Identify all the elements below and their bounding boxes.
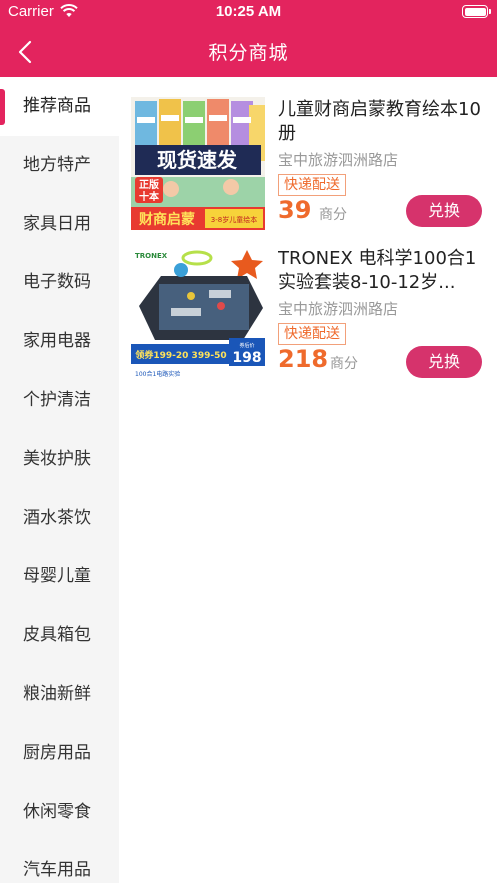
sidebar-item-auto[interactable]: 汽车用品: [0, 841, 119, 883]
image-brand: TRONEX: [135, 252, 168, 260]
shop-name: 宝中旅游泗洲路店: [278, 300, 399, 318]
image-banner-text: 现货速发: [157, 148, 238, 172]
status-time: 10:25 AM: [215, 3, 282, 20]
sidebar-item-kitchen[interactable]: 厨房用品: [0, 724, 119, 783]
image-price-value: 198: [232, 350, 261, 366]
sidebar-item-baby-kids[interactable]: 母婴儿童: [0, 547, 119, 606]
status-bar: Carrier 10:25 AM: [0, 0, 497, 26]
sidebar-item-recommended[interactable]: 推荐商品: [0, 77, 119, 136]
sidebar-item-local-specialties[interactable]: 地方特产: [0, 136, 119, 195]
points-unit: 商分: [330, 356, 358, 372]
battery-icon: [462, 5, 491, 18]
product-image: 现货速发 正版 十本 财商启蒙 3-8岁儿童绘本: [131, 97, 265, 230]
header: Carrier 10:25 AM 积分商城: [0, 0, 497, 77]
sidebar-item-beauty[interactable]: 美妆护肤: [0, 430, 119, 489]
sidebar-item-appliances[interactable]: 家用电器: [0, 312, 119, 371]
sidebar-item-electronics[interactable]: 电子数码: [0, 253, 119, 312]
sidebar-item-drinks[interactable]: 酒水茶饮: [0, 489, 119, 548]
points-price: 39: [278, 196, 312, 224]
image-coupon-text: 领券199-20 399-50: [135, 349, 226, 361]
product-image: TRONEX 领券199-20 399-50 券后价 198 100合1电路实验: [131, 246, 265, 379]
product-card[interactable]: TRONEX 领券199-20 399-50 券后价 198 100合1电路实验…: [131, 246, 486, 381]
sidebar-item-personal-care[interactable]: 个护清洁: [0, 371, 119, 430]
product-card[interactable]: 现货速发 正版 十本 财商启蒙 3-8岁儿童绘本 儿童财商启蒙教育绘本10册 宝…: [131, 97, 486, 232]
redeem-button[interactable]: 兑换: [406, 195, 482, 227]
shop-name: 宝中旅游泗洲路店: [278, 151, 399, 169]
delivery-tag: 快递配送: [278, 323, 346, 345]
image-badge-line1: 正版: [139, 178, 159, 191]
image-small-text: 100合1电路实验: [135, 370, 180, 378]
sidebar-item-bags[interactable]: 皮具箱包: [0, 606, 119, 665]
product-name: 儿童财商启蒙教育绘本10册: [278, 99, 481, 144]
image-price-label: 券后价: [239, 342, 254, 349]
points-price: 218: [278, 345, 329, 373]
points-unit: 商分: [319, 207, 347, 223]
category-sidebar: 推荐商品 地方特产 家具日用 电子数码 家用电器 个护清洁 美妆护肤 酒水茶饮 …: [0, 77, 119, 883]
page-title: 积分商城: [208, 42, 289, 64]
delivery-tag: 快递配送: [278, 174, 346, 196]
product-name: TRONEX 电科学100合1实验套装8-10-12岁...: [278, 248, 477, 293]
sidebar-item-snacks[interactable]: 休闲零食: [0, 783, 119, 842]
sidebar-item-grocery[interactable]: 粮油新鲜: [0, 665, 119, 724]
redeem-button[interactable]: 兑换: [406, 346, 482, 378]
sidebar-item-home-goods[interactable]: 家具日用: [0, 195, 119, 254]
image-bottom-title: 财商启蒙: [138, 211, 195, 228]
image-badge-line2: 十本: [139, 190, 160, 203]
image-bottom-sub: 3-8岁儿童绘本: [211, 215, 257, 224]
